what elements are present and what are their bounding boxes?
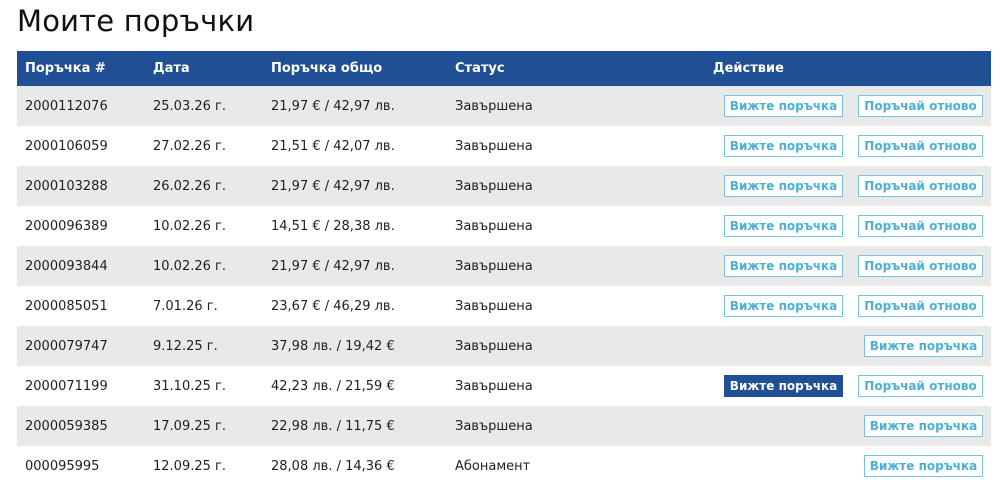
order-date: 10.02.26 г. (153, 218, 226, 234)
order-actions: Вижте поръчка Поръчай отново (651, 366, 991, 406)
header-total: Поръчка общо (271, 61, 383, 76)
table-header: Поръчка # Дата Поръчка общо Статус Дейст… (17, 51, 991, 86)
order-actions: Вижте поръчка Поръчай отново (651, 206, 991, 246)
view-order-button[interactable]: Вижте поръчка (724, 375, 843, 397)
order-date: 7.01.26 г. (153, 298, 218, 314)
order-date: 10.02.26 г. (153, 258, 226, 274)
header-action-label: Действие (713, 61, 784, 76)
order-actions: Вижте поръчка Поръчай отново (651, 286, 991, 326)
orders-table: Поръчка # Дата Поръчка общо Статус Дейст… (17, 51, 991, 484)
reorder-button[interactable]: Поръчай отново (858, 135, 983, 157)
order-total: 21,51 € / 42,07 лв. (271, 138, 395, 154)
order-status: Завършена (455, 338, 533, 354)
order-status: Завършена (455, 298, 533, 314)
actions-cell: Вижте поръчка (651, 326, 991, 366)
order-number: 2000112076 (25, 98, 108, 114)
view-order-button[interactable]: Вижте поръчка (724, 255, 843, 277)
order-number: 2000093844 (25, 258, 108, 274)
order-actions: Вижте поръчка Поръчай отново (651, 86, 991, 126)
table-row: 2000106059 27.02.26 г. 21,51 € / 42,07 лв.… (17, 126, 991, 166)
actions-cell: Вижте поръчка (651, 446, 991, 484)
actions-cell: Вижте поръчка Поръчай отново (651, 246, 991, 286)
reorder-button[interactable]: Поръчай отново (858, 175, 983, 197)
table-row: 000095995 12.09.25 г. 28,08 лв. / 14,36 € А… (17, 446, 991, 484)
actions-cell: Вижте поръчка (651, 406, 991, 446)
table-header-row: Поръчка # Дата Поръчка общо Статус Дейст… (17, 51, 991, 86)
order-date: 12.09.25 г. (153, 458, 226, 474)
view-order-button[interactable]: Вижте поръчка (864, 455, 983, 477)
order-total: 21,97 € / 42,97 лв. (271, 178, 395, 194)
table-row: 2000085051 7.01.26 г. 23,67 € / 46,29 лв. З… (17, 286, 991, 326)
order-total: 23,67 € / 46,29 лв. (271, 298, 395, 314)
order-number: 2000106059 (25, 138, 108, 154)
order-number: 2000096389 (25, 218, 108, 234)
order-actions: Вижте поръчка (651, 446, 991, 484)
header-date: Дата (153, 61, 190, 76)
reorder-button[interactable]: Поръчай отново (858, 295, 983, 317)
order-number: 2000079747 (25, 338, 108, 354)
order-status: Завършена (455, 218, 533, 234)
actions-cell: Вижте поръчка Поръчай отново (651, 126, 991, 166)
view-order-button[interactable]: Вижте поръчка (724, 175, 843, 197)
table-row: 2000103288 26.02.26 г. 21,97 € / 42,97 лв.… (17, 166, 991, 206)
order-total: 14,51 € / 28,38 лв. (271, 218, 395, 234)
order-date: 17.09.25 г. (153, 418, 226, 434)
order-date: 27.02.26 г. (153, 138, 226, 154)
order-status: Завършена (455, 378, 533, 394)
order-date: 31.10.25 г. (153, 378, 226, 394)
view-order-button[interactable]: Вижте поръчка (724, 95, 843, 117)
order-date: 25.03.26 г. (153, 98, 226, 114)
reorder-button[interactable]: Поръчай отново (858, 255, 983, 277)
reorder-button[interactable]: Поръчай отново (858, 375, 983, 397)
order-total: 37,98 лв. / 19,42 € (271, 338, 395, 354)
order-date: 26.02.26 г. (153, 178, 226, 194)
view-order-button[interactable]: Вижте поръчка (724, 215, 843, 237)
actions-cell: Вижте поръчка Поръчай отново (651, 86, 991, 126)
order-actions: Вижте поръчка Поръчай отново (651, 166, 991, 206)
header-status: Статус (455, 61, 505, 76)
order-total: 21,97 € / 42,97 лв. (271, 98, 395, 114)
view-order-button[interactable]: Вижте поръчка (864, 335, 983, 357)
order-actions: Вижте поръчка Поръчай отново (651, 126, 991, 166)
table-row: 2000096389 10.02.26 г. 14,51 € / 28,38 лв.… (17, 206, 991, 246)
order-actions: Вижте поръчка (651, 326, 991, 366)
header-action: Действие (651, 51, 991, 86)
order-actions: Вижте поръчка (651, 406, 991, 446)
order-number: 2000059385 (25, 418, 108, 434)
order-number: 2000085051 (25, 298, 108, 314)
reorder-button[interactable]: Поръчай отново (858, 215, 983, 237)
table-row: 2000112076 25.03.26 г. 21,97 € / 42,97 лв.… (17, 86, 991, 126)
table-row: 2000093844 10.02.26 г. 21,97 € / 42,97 лв.… (17, 246, 991, 286)
view-order-button[interactable]: Вижте поръчка (864, 415, 983, 437)
order-actions: Вижте поръчка Поръчай отново (651, 246, 991, 286)
order-total: 42,23 лв. / 21,59 € (271, 378, 395, 394)
order-date: 9.12.25 г. (153, 338, 218, 354)
order-total: 21,97 € / 42,97 лв. (271, 258, 395, 274)
order-number: 2000103288 (25, 178, 108, 194)
order-status: Завършена (455, 258, 533, 274)
order-status: Абонамент (455, 458, 531, 474)
page-title: Моите поръчки (17, 4, 255, 38)
reorder-button[interactable]: Поръчай отново (858, 95, 983, 117)
header-order: Поръчка # (25, 61, 106, 76)
view-order-button[interactable]: Вижте поръчка (724, 295, 843, 317)
actions-cell: Вижте поръчка Поръчай отново (651, 286, 991, 326)
table-row: 2000059385 17.09.25 г. 22,98 лв. / 11,75 €… (17, 406, 991, 446)
table-body: 2000112076 25.03.26 г. 21,97 € / 42,97 лв.… (17, 86, 991, 484)
order-number: 2000071199 (25, 378, 108, 394)
orders-page: Моите поръчки Поръчка # Дата Поръчка общ… (0, 0, 1000, 484)
actions-cell: Вижте поръчка Поръчай отново (651, 166, 991, 206)
order-total: 22,98 лв. / 11,75 € (271, 418, 395, 434)
order-status: Завършена (455, 138, 533, 154)
order-number: 000095995 (25, 458, 100, 474)
table-row: 2000079747 9.12.25 г. 37,98 лв. / 19,42 € З… (17, 326, 991, 366)
order-total: 28,08 лв. / 14,36 € (271, 458, 395, 474)
view-order-button[interactable]: Вижте поръчка (724, 135, 843, 157)
actions-cell: Вижте поръчка Поръчай отново (651, 366, 991, 406)
table-row: 2000071199 31.10.25 г. 42,23 лв. / 21,59 €… (17, 366, 991, 406)
order-status: Завършена (455, 418, 533, 434)
actions-cell: Вижте поръчка Поръчай отново (651, 206, 991, 246)
order-status: Завършена (455, 178, 533, 194)
order-status: Завършена (455, 98, 533, 114)
